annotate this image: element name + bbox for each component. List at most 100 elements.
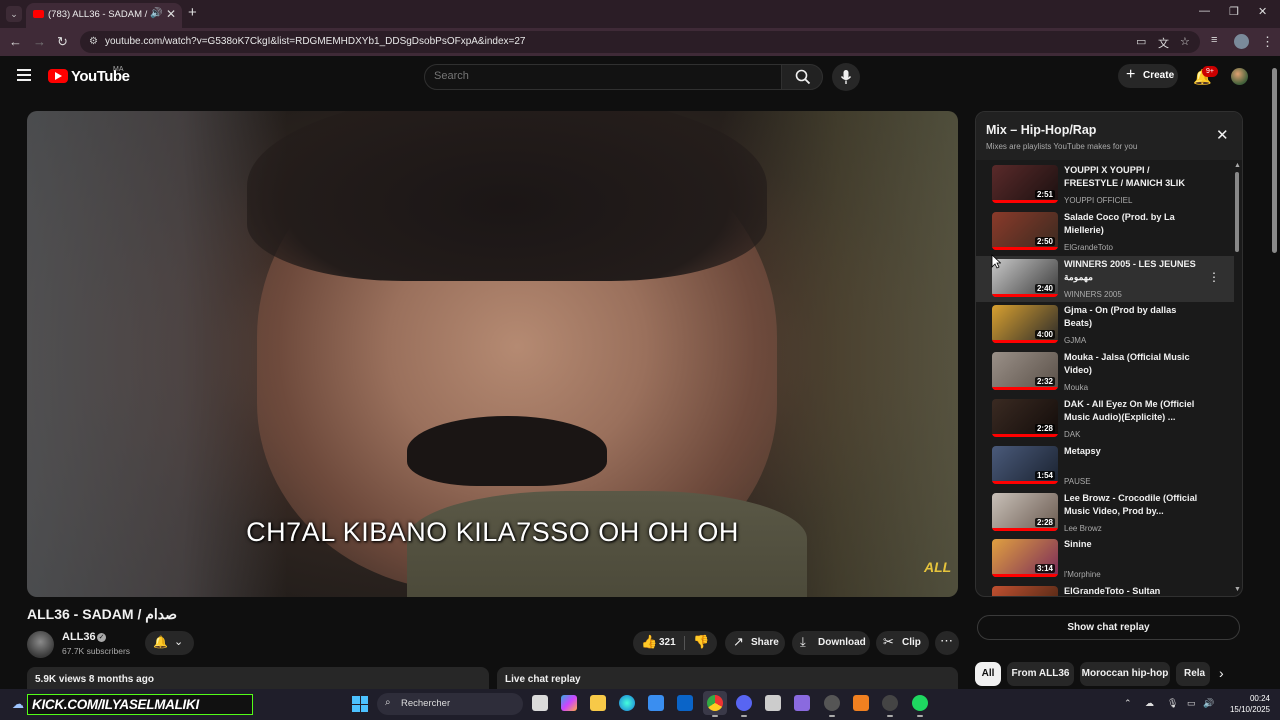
close-window-button[interactable]: ✕ — [1258, 5, 1267, 18]
chip-related[interactable]: Rela — [1176, 662, 1210, 686]
page-scrollbar[interactable] — [1272, 68, 1277, 253]
weather-cloud-icon[interactable]: ☁ — [12, 697, 24, 711]
playlist-thumbnail[interactable]: 4:00 — [992, 305, 1058, 344]
playlist-thumbnail[interactable]: 2:51 — [992, 165, 1058, 203]
chrome-browser-icon[interactable] — [707, 695, 723, 717]
volume-icon[interactable]: 🔊 — [1203, 698, 1214, 709]
translate-icon[interactable]: 文 — [1158, 35, 1169, 51]
playlist-item-title[interactable]: Sinine — [1064, 538, 1206, 551]
chip-all[interactable]: All — [975, 662, 1001, 686]
cast-icon[interactable]: ▭ — [1136, 35, 1146, 48]
playlist-thumbnail[interactable]: 2:28 — [992, 399, 1058, 437]
network-icon[interactable]: ▭ — [1187, 698, 1196, 709]
create-button[interactable]: + Create — [1118, 64, 1178, 88]
outlook-icon[interactable] — [677, 695, 693, 711]
channel-name[interactable]: ALL36 — [62, 631, 96, 643]
browser-tab-active[interactable]: (783) ALL36 - SADAM / صدام 🔊 ✕ — [26, 3, 182, 28]
playlist-thumbnail[interactable]: 2:28 — [992, 492, 1058, 531]
reload-icon[interactable]: ↻ — [57, 34, 68, 50]
microphone-tray-icon[interactable]: 🎙 — [1167, 698, 1178, 709]
playlist-item[interactable]: 4:00 Gjma - On (Prod by dallas Beats) GJMA — [976, 302, 1234, 348]
tab-search-button[interactable]: ⌄ — [6, 6, 22, 22]
steam-icon[interactable] — [824, 695, 840, 717]
copilot-icon[interactable] — [561, 695, 577, 711]
new-tab-button[interactable]: + — [188, 4, 197, 21]
playlist-title[interactable]: Mix – Hip-Hop/Rap — [986, 123, 1096, 137]
playlist-item-title[interactable]: Lee Browz - Crocodile (Official Music Vi… — [1064, 492, 1206, 518]
close-icon[interactable]: ✕ — [1216, 126, 1229, 144]
windows-start-icon[interactable] — [352, 696, 368, 712]
playlist-item[interactable]: 2:32 Mouka - Jalsa (Official Music Video)… — [976, 349, 1234, 395]
minimize-button[interactable]: — — [1199, 5, 1210, 17]
url-text[interactable]: youtube.com/watch?v=G538oK7CkgI&list=RDG… — [105, 36, 525, 47]
reading-list-icon[interactable]: ≡ — [1211, 34, 1217, 46]
taskbar-app-icon[interactable] — [765, 695, 781, 711]
cloud-icon[interactable]: ☁ — [1145, 698, 1154, 709]
playlist-item-title[interactable]: Metapsy — [1064, 445, 1206, 458]
download-button[interactable]: ⤓ Download — [792, 631, 870, 655]
chevron-right-icon[interactable]: › — [1219, 665, 1224, 681]
spotify-icon[interactable] — [912, 695, 928, 717]
share-button[interactable]: ↗ Share — [725, 631, 785, 655]
scroll-up-arrow-icon[interactable]: ▲ — [1234, 162, 1241, 169]
tab-close-icon[interactable]: ✕ — [166, 7, 176, 21]
playlist-item-title[interactable]: Salade Coco (Prod. by La Miellerie) — [1064, 211, 1206, 237]
playlist-item[interactable]: 1:54 Metapsy PAUSE — [976, 443, 1234, 489]
taskbar-app-icon-orange[interactable] — [853, 695, 869, 711]
search-input[interactable] — [434, 70, 764, 82]
like-icon[interactable]: 👍 — [641, 634, 657, 650]
video-player[interactable]: CH7AL KIBANO KILA7SSO OH OH OH ALL — [27, 111, 958, 597]
playlist-thumbnail[interactable]: 2:40 — [992, 258, 1058, 297]
site-info-icon[interactable]: ⚙ — [89, 36, 98, 47]
playlist-item-title[interactable]: WINNERS 2005 - LES JEUNES مهمومة — [1064, 258, 1206, 284]
voice-search-button[interactable] — [832, 63, 860, 91]
restore-button[interactable]: ❐ — [1229, 5, 1239, 18]
account-avatar[interactable] — [1231, 68, 1248, 85]
taskbar-search[interactable]: ⌕ Rechercher — [377, 693, 523, 715]
channel-avatar[interactable] — [27, 631, 54, 658]
playlist-item-title[interactable]: YOUPPI X YOUPPI / FREESTYLE / MANICH 3LI… — [1064, 164, 1206, 190]
playlist-thumbnail[interactable]: 3:14 — [992, 539, 1058, 578]
clock-time[interactable]: 00:24 — [1234, 694, 1270, 703]
chip-from-channel[interactable]: From ALL36 — [1007, 662, 1074, 686]
playlist-item[interactable]: 2:50 Salade Coco (Prod. by La Miellerie) E… — [976, 209, 1234, 255]
more-actions-button[interactable]: ⋯ — [935, 631, 959, 655]
task-view-icon[interactable] — [532, 695, 548, 711]
discord-icon[interactable] — [736, 695, 752, 717]
playlist-item-title[interactable]: Gjma - On (Prod by dallas Beats) — [1064, 304, 1206, 330]
obs-icon[interactable] — [882, 695, 898, 717]
edge-browser-icon[interactable] — [619, 695, 635, 711]
dislike-icon[interactable]: 👎 — [693, 634, 709, 650]
clip-button[interactable]: ✂ Clip — [876, 631, 929, 655]
more-vert-icon[interactable]: ⋮ — [1208, 270, 1220, 284]
address-bar[interactable]: ⚙ youtube.com/watch?v=G538oK7CkgI&list=R… — [80, 31, 1200, 53]
playlist-item[interactable]: 2:51 YOUPPI X YOUPPI / FREESTYLE / MANICH… — [976, 162, 1234, 208]
playlist-item[interactable]: 2:28 DAK - All Eyez On Me (Officiel Music… — [976, 396, 1234, 442]
playlist-scrollbar[interactable] — [1235, 172, 1239, 252]
playlist-item[interactable]: 2:40 WINNERS 2005 - LES JEUNES مهمومة WINN… — [976, 255, 1234, 302]
playlist-item-title[interactable]: DAK - All Eyez On Me (Officiel Music Aud… — [1064, 398, 1206, 424]
browser-menu-icon[interactable]: ⋮ — [1261, 34, 1274, 50]
playlist-thumbnail[interactable]: 2:50 — [992, 211, 1058, 250]
tray-chevron-up-icon[interactable]: ⌃ — [1124, 698, 1132, 709]
playlist-item[interactable]: ElGrandeToto - Sultan #PlanèteRap — [976, 583, 1234, 596]
speaker-icon[interactable]: 🔊 — [150, 8, 162, 19]
search-box[interactable] — [424, 64, 782, 90]
show-chat-replay-button[interactable]: Show chat replay — [977, 615, 1240, 640]
playlist-thumbnail[interactable]: 1:54 — [992, 445, 1058, 484]
bookmark-star-icon[interactable]: ☆ — [1180, 35, 1190, 48]
scroll-down-arrow-icon[interactable]: ▼ — [1234, 586, 1241, 593]
hamburger-menu-icon[interactable] — [17, 69, 31, 81]
profile-avatar-icon[interactable] — [1234, 34, 1249, 49]
youtube-logo-icon[interactable] — [48, 69, 68, 83]
chip-moroccan-hip-hop[interactable]: Moroccan hip-hop — [1080, 662, 1170, 686]
clock-date[interactable]: 15/10/2025 — [1222, 705, 1270, 714]
playlist-item-title[interactable]: ElGrandeToto - Sultan #PlanèteRap — [1064, 585, 1206, 596]
playlist-item[interactable]: 3:14 Sinine l'Morphine — [976, 536, 1234, 582]
playlist-item[interactable]: 2:28 Lee Browz - Crocodile (Official Musi… — [976, 490, 1234, 536]
subscription-bell-button[interactable]: 🔔 ⌄ — [145, 631, 194, 655]
playlist-thumbnail[interactable]: 2:32 — [992, 352, 1058, 391]
gamepad-icon[interactable] — [794, 695, 810, 711]
playlist-thumbnail[interactable] — [992, 586, 1058, 596]
playlist-item-title[interactable]: Mouka - Jalsa (Official Music Video) — [1064, 351, 1206, 377]
